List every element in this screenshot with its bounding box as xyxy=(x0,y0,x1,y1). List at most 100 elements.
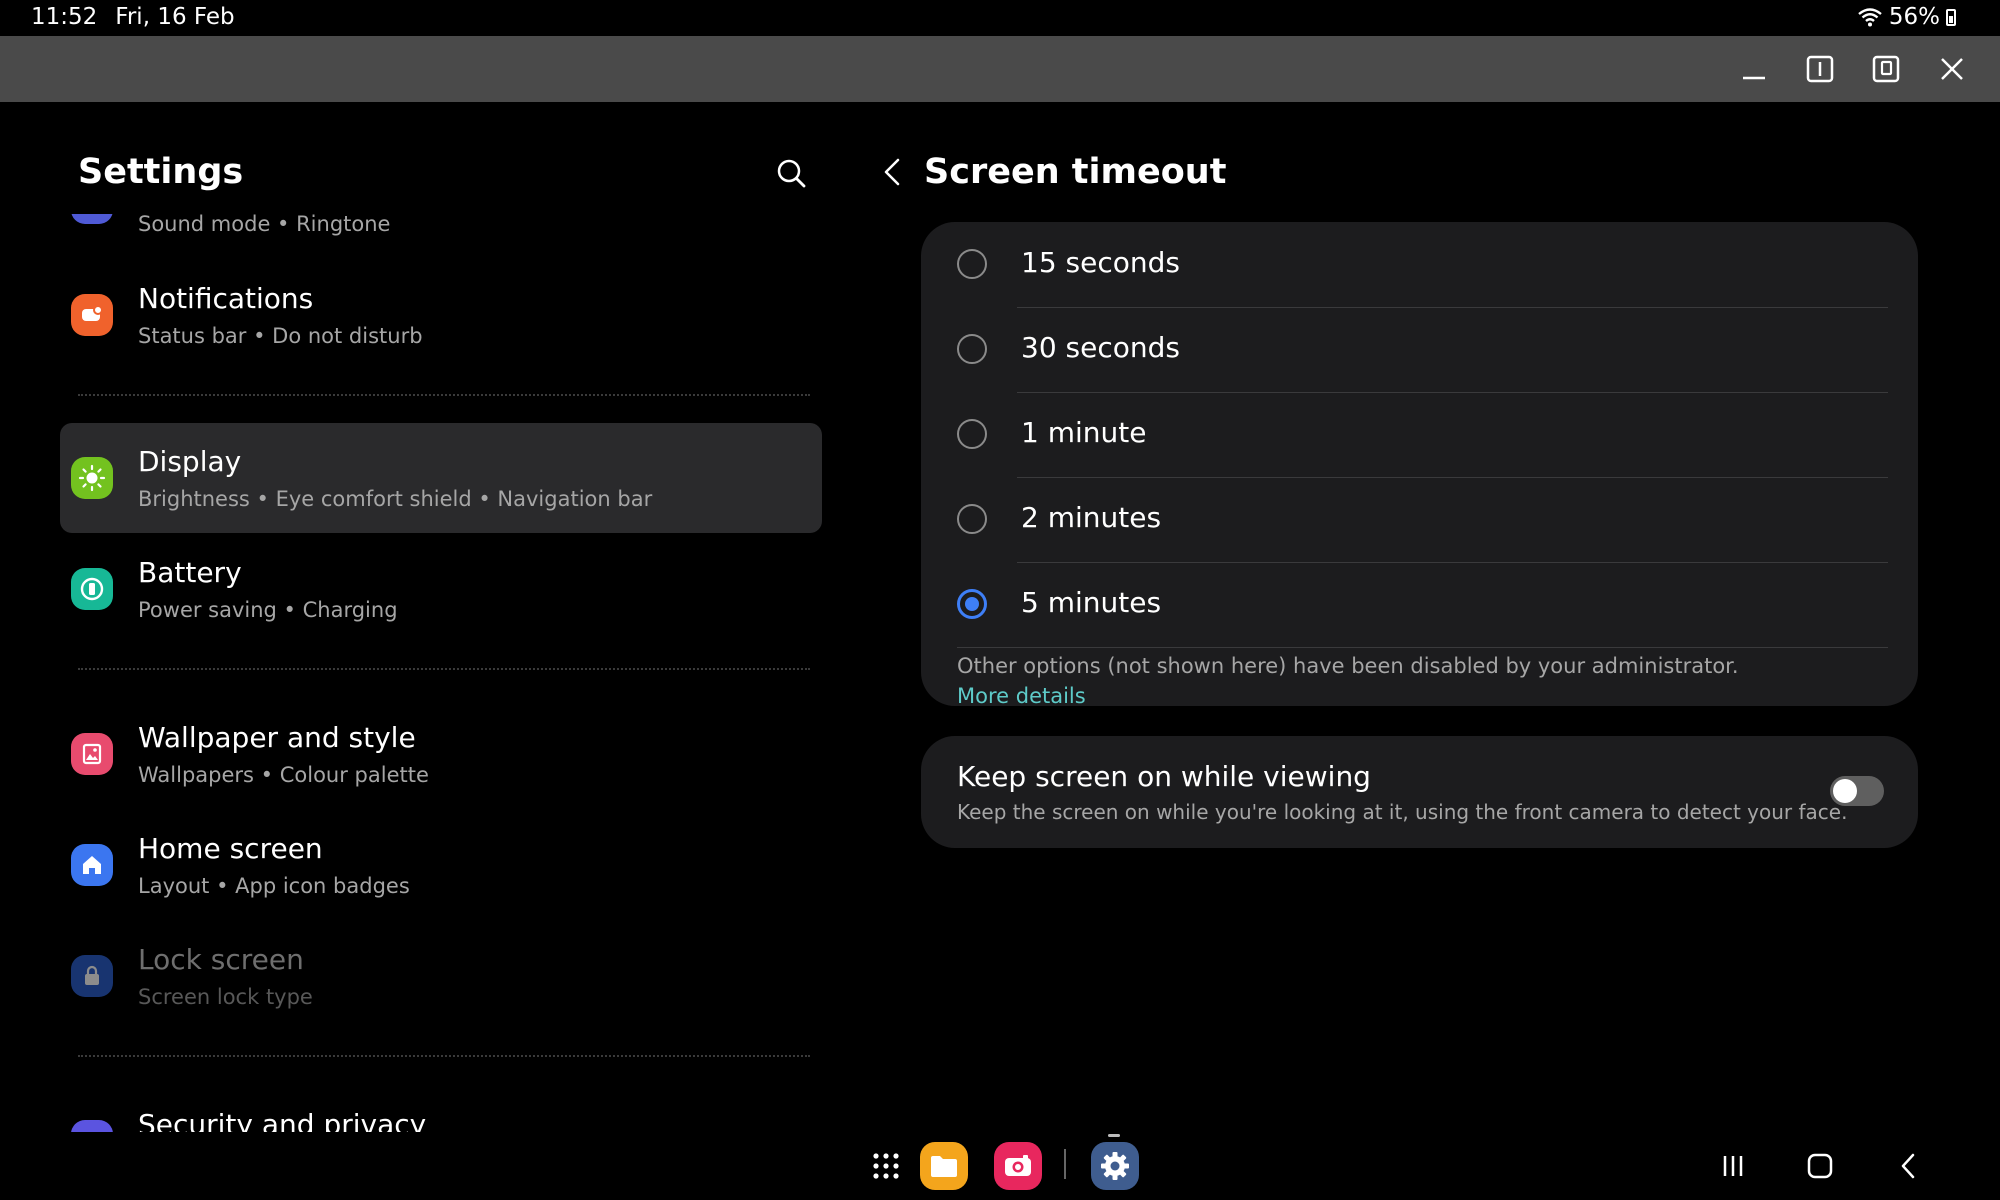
item-title: Wallpaper and style xyxy=(138,721,416,754)
option-label: 5 minutes xyxy=(1021,586,1162,619)
screen-timeout-pane: Screen timeout 15 seconds 30 seconds 1 m… xyxy=(840,102,2000,1132)
pop-up-view-button[interactable] xyxy=(1868,51,1904,87)
notifications-icon xyxy=(71,294,113,336)
status-time-date: 11:52 Fri, 16 Feb xyxy=(31,4,235,30)
item-title: Display xyxy=(138,445,242,478)
radio-button[interactable] xyxy=(957,419,987,449)
timeout-option-2-minutes[interactable]: 2 minutes xyxy=(921,477,1918,562)
list-item-sounds[interactable]: Sound mode • Ringtone xyxy=(60,214,822,258)
taskbar xyxy=(0,1132,2000,1200)
settings-gear-icon xyxy=(1091,1142,1139,1190)
battery-icon xyxy=(71,568,113,610)
pop-up-view-icon xyxy=(1872,55,1900,83)
taskbar-separator xyxy=(1064,1149,1066,1179)
item-subtitle: Screen lock type xyxy=(138,985,313,1009)
my-files-icon xyxy=(920,1142,968,1190)
close-window-button[interactable] xyxy=(1934,51,1970,87)
item-subtitle: Sound mode • Ringtone xyxy=(138,214,391,236)
list-item-home-screen[interactable]: Home screen Layout • App icon badges xyxy=(60,810,822,920)
recents-icon xyxy=(1723,1156,1743,1176)
item-title: Battery xyxy=(138,556,242,589)
back-nav-button[interactable] xyxy=(1886,1144,1930,1188)
keep-screen-toggle[interactable] xyxy=(1830,776,1884,806)
list-item-battery[interactable]: Battery Power saving • Charging xyxy=(60,534,822,644)
item-subtitle: Wallpapers • Colour palette xyxy=(138,763,429,787)
chevron-left-icon xyxy=(884,158,900,186)
window-title-bar xyxy=(0,36,2000,102)
minimize-button[interactable] xyxy=(1736,51,1772,87)
section-divider xyxy=(78,394,810,396)
list-item-wallpaper[interactable]: Wallpaper and style Wallpapers • Colour … xyxy=(60,699,822,809)
item-title: Security and privacy xyxy=(138,1108,427,1132)
my-files-app[interactable] xyxy=(920,1142,968,1190)
back-icon xyxy=(1901,1153,1915,1179)
option-label: 15 seconds xyxy=(1021,246,1180,279)
recents-button[interactable] xyxy=(1711,1144,1755,1188)
status-date: Fri, 16 Feb xyxy=(115,4,235,30)
timeout-option-15-seconds[interactable]: 15 seconds xyxy=(921,222,1918,307)
option-label: 1 minute xyxy=(1021,416,1147,449)
back-button[interactable] xyxy=(874,152,914,192)
settings-list-pane: Settings Sound mode • Ringtone Notificat… xyxy=(0,102,840,1132)
list-item-security[interactable]: Security and privacy xyxy=(60,1086,822,1132)
keep-screen-title: Keep screen on while viewing xyxy=(957,760,1371,793)
item-title: Home screen xyxy=(138,832,323,865)
app-drawer-button[interactable] xyxy=(862,1142,910,1190)
settings-list[interactable]: Sound mode • Ringtone Notifications Stat… xyxy=(0,214,840,1132)
section-divider xyxy=(78,1055,810,1057)
more-details-link[interactable]: More details xyxy=(957,684,1086,708)
row-divider xyxy=(957,647,1888,648)
option-label: 30 seconds xyxy=(1021,331,1180,364)
list-item-notifications[interactable]: Notifications Status bar • Do not distur… xyxy=(60,260,822,370)
split-view-button[interactable] xyxy=(1802,51,1838,87)
radio-button-checked[interactable] xyxy=(957,589,987,619)
settings-app[interactable] xyxy=(1091,1142,1139,1190)
keep-screen-subtitle: Keep the screen on while you're looking … xyxy=(957,800,1848,824)
battery-percent: 56% xyxy=(1888,4,1940,30)
section-divider xyxy=(78,668,810,670)
minimize-icon xyxy=(1743,76,1765,80)
toggle-knob xyxy=(1833,779,1857,803)
item-subtitle: Brightness • Eye comfort shield • Naviga… xyxy=(138,487,653,511)
close-icon xyxy=(1941,58,1963,80)
item-subtitle: Status bar • Do not disturb xyxy=(138,324,423,348)
sound-icon xyxy=(71,214,113,224)
option-label: 2 minutes xyxy=(1021,501,1162,534)
camera-app[interactable] xyxy=(994,1142,1042,1190)
battery-icon xyxy=(1946,8,1956,26)
status-bar: 11:52 Fri, 16 Feb 56% xyxy=(0,0,2000,36)
running-indicator xyxy=(1108,1134,1120,1137)
split-view-icon xyxy=(1806,55,1834,83)
radio-button[interactable] xyxy=(957,504,987,534)
wifi-icon xyxy=(1858,8,1882,27)
keep-screen-on-card[interactable]: Keep screen on while viewing Keep the sc… xyxy=(921,736,1918,848)
home-icon xyxy=(71,844,113,886)
status-right: 56% xyxy=(1857,4,1956,30)
page-title: Screen timeout xyxy=(924,152,1227,192)
item-title: Notifications xyxy=(138,282,314,315)
camera-icon xyxy=(994,1142,1042,1190)
settings-title: Settings xyxy=(78,152,244,192)
timeout-option-5-minutes[interactable]: 5 minutes xyxy=(921,562,1918,647)
timeout-options-card: 15 seconds 30 seconds 1 minute 2 minutes… xyxy=(921,222,1918,708)
home-button[interactable] xyxy=(1798,1144,1842,1188)
status-time: 11:52 xyxy=(31,4,98,30)
security-icon xyxy=(71,1120,113,1132)
app-drawer-icon xyxy=(873,1153,899,1179)
timeout-option-30-seconds[interactable]: 30 seconds xyxy=(921,307,1918,392)
list-item-lock-screen[interactable]: Lock screen Screen lock type xyxy=(60,921,822,1031)
search-button[interactable] xyxy=(772,154,812,194)
wallpaper-icon xyxy=(71,733,113,775)
display-sun-icon xyxy=(71,457,113,499)
lock-icon xyxy=(71,955,113,997)
item-subtitle: Layout • App icon badges xyxy=(138,874,410,898)
item-title: Lock screen xyxy=(138,943,304,976)
radio-button[interactable] xyxy=(957,334,987,364)
search-icon xyxy=(777,159,806,188)
radio-button[interactable] xyxy=(957,249,987,279)
timeout-option-1-minute[interactable]: 1 minute xyxy=(921,392,1918,477)
home-icon xyxy=(1807,1153,1833,1179)
admin-disabled-note: Other options (not shown here) have been… xyxy=(957,654,1739,678)
item-subtitle: Power saving • Charging xyxy=(138,598,398,622)
list-item-display[interactable]: Display Brightness • Eye comfort shield … xyxy=(60,423,822,533)
